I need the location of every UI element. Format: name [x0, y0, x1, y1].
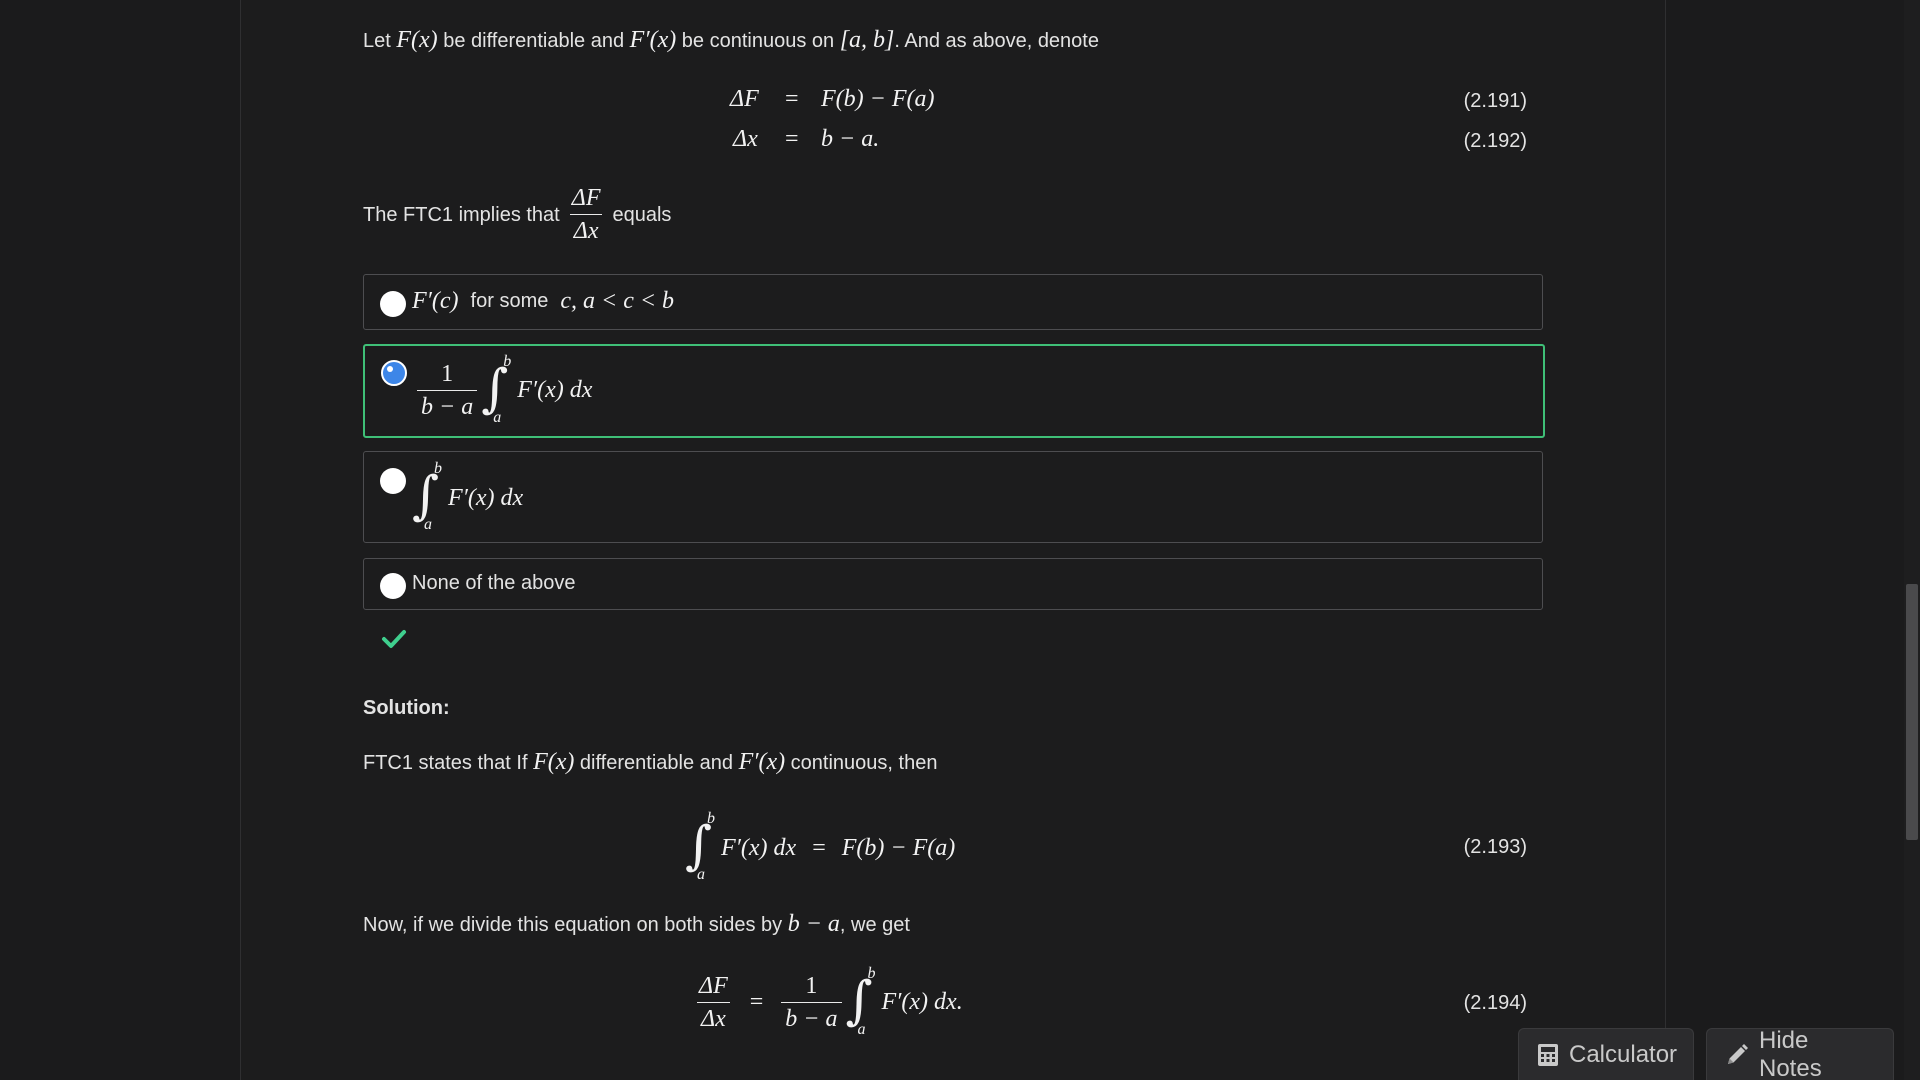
calculator-button[interactable]: Calculator — [1518, 1028, 1694, 1080]
option-3-integrand: F′(x) dx — [448, 484, 524, 511]
radio-button-selected[interactable] — [381, 360, 407, 386]
answer-option-1[interactable]: F′(c) for some c, a < c < b — [363, 274, 1543, 330]
fraction-denominator: b − a — [781, 1002, 842, 1033]
solution-text: continuous, then — [785, 752, 938, 774]
solution-text: differentiable and — [574, 752, 739, 774]
fraction-denominator: b − a — [417, 390, 478, 421]
integral-sign: ∫ b a — [481, 353, 511, 426]
solution-text: FTC1 states that If — [363, 752, 534, 774]
integral-lower-limit: a — [493, 408, 502, 426]
intro-let: Let — [363, 30, 397, 52]
equation-2-194: ΔF Δx = 1 b − a ∫ b a F′(x) dx. (2.194) — [363, 965, 1543, 1038]
notes-content: Let F(x) be differentiable and F′(x) be … — [240, 0, 1666, 1080]
calculator-icon — [1538, 1043, 1558, 1066]
page: Let F(x) be differentiable and F′(x) be … — [0, 0, 1920, 1080]
integral-sign: ∫ b a — [685, 810, 715, 883]
question-prefix: The FTC1 implies that — [363, 203, 560, 226]
solution-line-2: Now, if we divide this equation on both … — [363, 910, 910, 939]
eq-193-rhs: F(b) − F(a) — [841, 834, 956, 861]
hide-notes-label: Hide Notes — [1759, 1026, 1822, 1080]
eq-194-lhs-fraction: ΔF Δx — [695, 972, 732, 1033]
equation-2-192: Δx = b − a. (2.192) — [363, 124, 1543, 160]
eq-194-rhs-fraction: 1 b − a — [781, 972, 842, 1033]
option-2-integrand: F′(x) dx — [517, 377, 593, 403]
radio-button[interactable] — [380, 291, 406, 317]
fraction-numerator: 1 — [441, 361, 454, 387]
intro-be-differentiable: be differentiable and — [437, 30, 630, 52]
page-scrollbar[interactable] — [1904, 0, 1920, 1080]
integral-upper-limit: b — [434, 460, 442, 477]
option-1-content: F′(c) for some c, a < c < b — [412, 287, 674, 315]
radio-button[interactable] — [380, 573, 406, 599]
calculator-label: Calculator — [1569, 1040, 1678, 1068]
option-2-content: 1 b − a ∫ b a F′(x) dx — [413, 353, 593, 426]
eq-equals: = — [785, 86, 799, 112]
question-fraction: ΔF Δx — [568, 184, 605, 245]
hide-notes-button[interactable]: Hide Notes — [1706, 1026, 1894, 1080]
intro-paragraph: Let F(x) be differentiable and F′(x) be … — [363, 26, 1099, 55]
radio-button[interactable] — [380, 468, 406, 494]
integral-sign: ∫ b a — [412, 460, 442, 533]
equation-number: (2.192) — [1463, 130, 1527, 152]
question-text: The FTC1 implies that ΔF Δx equals — [363, 184, 671, 245]
option-1-math-b: c, a < c < b — [560, 287, 675, 314]
integral-sign: ∫ b a — [846, 965, 876, 1038]
eq-194-expression: ΔF Δx = 1 b − a ∫ b a F′(x) dx. — [691, 965, 963, 1038]
solution-F-of-x: F(x) — [533, 749, 575, 775]
eq-rhs: b − a. — [821, 126, 880, 152]
question-suffix: equals — [612, 203, 672, 226]
eq-equals: = — [812, 834, 826, 861]
solution-Fprime-of-x: F′(x) — [738, 749, 786, 775]
intro-be-continuous: be continuous on — [676, 30, 840, 52]
equation-2-191: ΔF = F(b) − F(a) (2.191) — [363, 84, 1543, 120]
answer-option-2[interactable]: 1 b − a ∫ b a F′(x) dx — [363, 344, 1545, 438]
fraction-denominator: Δx — [569, 214, 603, 245]
eq-lhs: Δx — [733, 126, 758, 152]
fraction-denominator: Δx — [697, 1002, 730, 1033]
pencil-icon — [1728, 1043, 1748, 1064]
intro-rest: . And as above, denote — [894, 30, 1099, 52]
eq-lhs: ΔF — [730, 86, 759, 112]
solution-text: , we get — [839, 914, 910, 936]
option-1-math-a: F′(c) — [412, 287, 459, 314]
integral-upper-limit: b — [707, 810, 715, 827]
integral-lower-limit: a — [697, 866, 705, 883]
fraction-numerator: 1 — [805, 973, 818, 999]
option-2-fraction: 1 b − a — [417, 360, 478, 421]
intro-interval: [a, b] — [839, 27, 895, 53]
eq-194-integrand: F′(x) dx. — [881, 989, 963, 1015]
equation-number: (2.194) — [1463, 992, 1527, 1014]
integral-upper-limit: b — [503, 352, 512, 370]
equation-number: (2.191) — [1463, 90, 1527, 112]
eq-193-integrand: F′(x) dx — [721, 834, 797, 861]
solution-text: Now, if we divide this equation on both … — [363, 914, 788, 936]
scrollbar-thumb[interactable] — [1906, 584, 1918, 840]
eq-equals: = — [749, 989, 764, 1015]
option-3-content: ∫ b a F′(x) dx — [412, 460, 524, 533]
option-1-text: for some — [470, 290, 549, 312]
equation-number: (2.193) — [1463, 836, 1527, 858]
fraction-numerator: ΔF — [699, 973, 728, 999]
eq-equals: = — [785, 126, 799, 152]
answer-option-4[interactable]: None of the above — [363, 558, 1543, 610]
integral-lower-limit: a — [857, 1020, 866, 1038]
solution-line-1: FTC1 states that If F(x) differentiable … — [363, 748, 937, 777]
answer-option-3[interactable]: ∫ b a F′(x) dx — [363, 451, 1543, 543]
solution-heading: Solution: — [363, 697, 450, 719]
equation-2-193: ∫ b a F′(x) dx = F(b) − F(a) (2.193) — [363, 810, 1543, 883]
integral-lower-limit: a — [424, 516, 432, 533]
integral-upper-limit: b — [867, 964, 876, 982]
intro-Fprime-of-x: F′(x) — [629, 27, 677, 53]
option-4-text: None of the above — [412, 572, 576, 594]
fraction-numerator: ΔF — [571, 185, 601, 211]
intro-F-of-x: F(x) — [396, 27, 438, 53]
solution-b-minus-a: b − a — [787, 911, 840, 937]
eq-rhs: F(b) − F(a) — [821, 86, 935, 112]
eq-193-expression: ∫ b a F′(x) dx = F(b) − F(a) — [685, 810, 956, 883]
checkmark-icon — [382, 630, 406, 648]
